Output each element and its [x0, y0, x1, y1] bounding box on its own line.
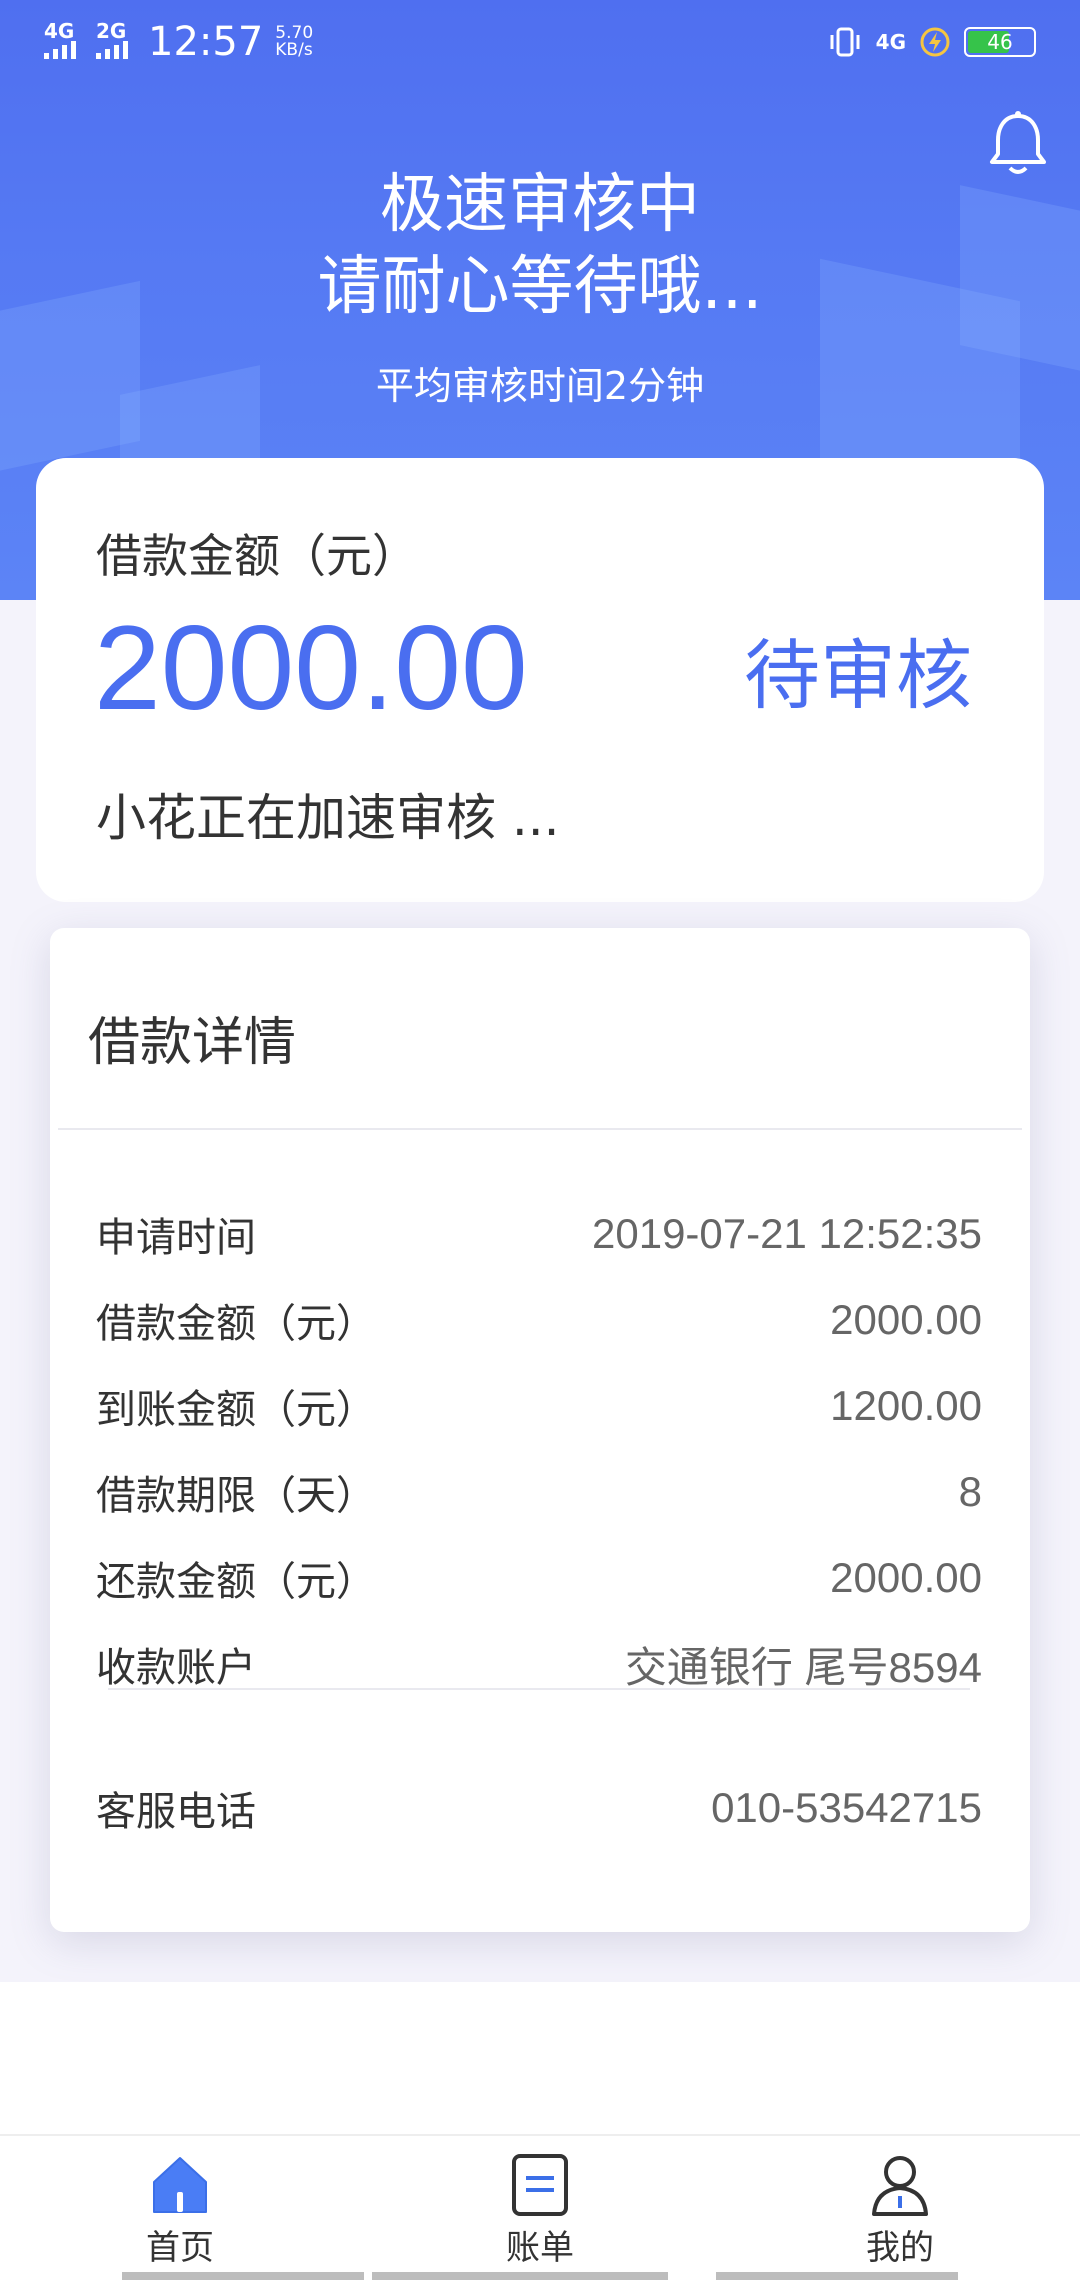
- divider: [58, 1128, 1022, 1130]
- bottom-tab-bar: 首页 账单 我的: [0, 2134, 1080, 2282]
- loan-amount-card: 借款金额（元） 2000.00 待审核 小花正在加速审核 ...: [36, 458, 1044, 902]
- gesture-bar: [372, 2272, 668, 2280]
- gesture-bar: [122, 2272, 364, 2280]
- tab-label: 首页: [146, 2228, 214, 2268]
- detail-key: 申请时间: [96, 1215, 256, 1261]
- service-phone-row[interactable]: 客服电话 010-53542715: [96, 1778, 982, 1838]
- detail-value: 2000.00: [830, 1296, 982, 1343]
- charging-icon: [920, 27, 950, 57]
- detail-row: 申请时间 2019-07-21 12:52:35: [96, 1204, 982, 1264]
- detail-key: 借款金额（元）: [96, 1301, 376, 1347]
- profile-icon: [872, 2156, 928, 2216]
- page-title-line2: 请耐心等待哦...: [317, 250, 763, 324]
- loan-details-card: 借款详情 申请时间 2019-07-21 12:52:35 借款金额（元） 20…: [50, 928, 1030, 1932]
- signal-indicator: 2G: [96, 21, 136, 63]
- status-badge: 待审核: [744, 631, 972, 720]
- detail-row: 借款金额（元） 2000.00: [96, 1290, 982, 1350]
- detail-row: 借款期限（天） 8: [96, 1462, 982, 1522]
- battery-indicator: 46: [964, 27, 1036, 57]
- tab-home[interactable]: 首页: [0, 2136, 360, 2282]
- detail-value: 交通银行 尾号8594: [624, 1643, 982, 1691]
- tab-label: 我的: [866, 2228, 934, 2268]
- tab-label: 账单: [506, 2228, 574, 2268]
- page-title: 极速审核中: [380, 168, 700, 242]
- loan-amount: 2000.00: [94, 601, 528, 735]
- detail-key: 还款金额（元）: [96, 1559, 376, 1605]
- tab-bill[interactable]: 账单: [360, 2136, 720, 2282]
- review-note: 小花正在加速审核 ...: [96, 789, 560, 847]
- service-phone-label: 客服电话: [96, 1789, 256, 1835]
- details-title: 借款详情: [88, 1013, 297, 1073]
- clock: 12:57: [148, 19, 264, 65]
- divider: [108, 1688, 970, 1690]
- detail-value: 2000.00: [830, 1554, 982, 1601]
- detail-value: 1200.00: [830, 1382, 982, 1429]
- home-icon: [153, 2157, 207, 2213]
- signal-bars-icon: [44, 41, 76, 59]
- detail-row: 到账金额（元） 1200.00: [96, 1376, 982, 1436]
- detail-row: 还款金额（元） 2000.00: [96, 1548, 982, 1608]
- detail-key: 到账金额（元）: [96, 1387, 376, 1433]
- service-phone-number[interactable]: 010-53542715: [711, 1784, 982, 1832]
- status-bar: 4G 2G 12:57 5.70 KB/s 4G 46: [0, 0, 1080, 84]
- page-subtitle: 平均审核时间2分钟: [375, 364, 705, 408]
- detail-row: 收款账户 交通银行 尾号8594: [96, 1634, 982, 1694]
- bill-icon: [512, 2154, 568, 2216]
- detail-key: 借款期限（天）: [96, 1473, 376, 1519]
- detail-key: 收款账户: [96, 1645, 256, 1691]
- tab-profile[interactable]: 我的: [720, 2136, 1080, 2282]
- detail-value: 8: [958, 1468, 982, 1515]
- detail-value: 2019-07-21 12:52:35: [592, 1210, 982, 1257]
- vibrate-icon: [830, 27, 860, 57]
- signal-indicator: 4G: [44, 21, 84, 63]
- gesture-bar: [716, 2272, 958, 2280]
- network-type: 4G: [875, 30, 906, 54]
- signal-bars-icon: [96, 41, 128, 59]
- amount-label: 借款金额（元）: [96, 529, 418, 583]
- network-speed: 5.70 KB/s: [275, 23, 314, 60]
